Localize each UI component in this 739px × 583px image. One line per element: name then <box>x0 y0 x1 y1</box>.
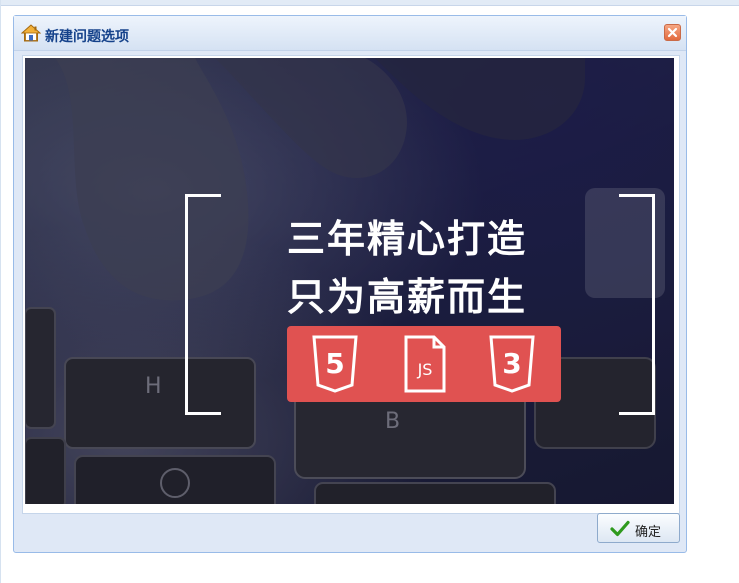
check-icon <box>610 520 630 537</box>
home-icon <box>20 24 42 42</box>
html5-icon: 5 <box>312 335 358 393</box>
tech-badge-bar: 5 JS 3 <box>287 326 561 402</box>
javascript-icon: JS <box>404 335 446 393</box>
confirm-button-label: 确定 <box>635 525 662 540</box>
page-top-border <box>0 0 739 6</box>
close-button[interactable] <box>664 24 681 41</box>
close-icon <box>667 27 678 38</box>
banner-headline-line1: 三年精心打造 <box>287 217 528 261</box>
dialog-body: H B 三年精心打造 只为高薪而生 5 JS 3 <box>22 55 680 514</box>
javascript-badge-label: JS <box>417 360 433 379</box>
banner-headline-line2: 只为高薪而生 <box>287 275 528 319</box>
decorative-bracket-left <box>185 194 221 415</box>
dialog-title: 新建问题选项 <box>45 29 129 45</box>
promo-banner-image: H B 三年精心打造 只为高薪而生 5 JS 3 <box>25 58 674 504</box>
css3-icon: 3 <box>489 335 535 393</box>
confirm-button[interactable]: 确定 <box>597 513 680 543</box>
new-question-option-dialog: 新建问题选项 H B 三年精心打造 只为高薪而生 5 JS 3 确定 <box>13 15 687 553</box>
css3-badge-label: 3 <box>502 347 521 380</box>
decorative-bracket-right <box>619 194 655 415</box>
html5-badge-label: 5 <box>325 347 344 380</box>
dialog-footer: 确定 <box>22 513 680 549</box>
dialog-titlebar[interactable]: 新建问题选项 <box>14 16 686 51</box>
page-left-border <box>0 0 1 583</box>
